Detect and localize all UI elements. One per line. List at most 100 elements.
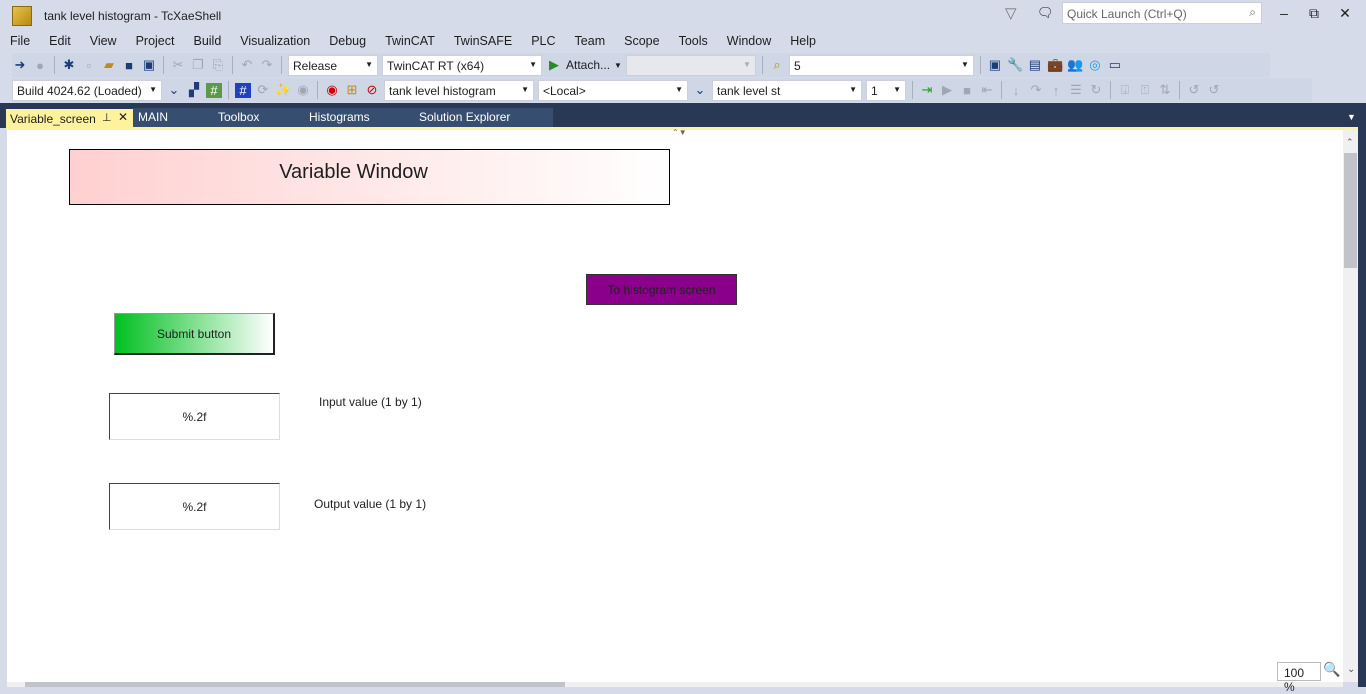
target-dropdown[interactable]: <Local> ▼ bbox=[538, 79, 688, 101]
tab-label: Variable_screen bbox=[10, 112, 96, 126]
collapse-icon[interactable]: ⌃▼ bbox=[672, 128, 687, 137]
configuration-dropdown[interactable]: Release ▼ bbox=[288, 54, 378, 76]
vertical-scroll-thumb[interactable] bbox=[1344, 153, 1357, 268]
window-title: tank level histogram - TcXaeShell bbox=[44, 9, 222, 23]
output-value-field: %.2f bbox=[109, 483, 280, 530]
zoom-level[interactable]: 100 % bbox=[1277, 662, 1321, 694]
menu-plc[interactable]: PLC bbox=[521, 31, 564, 51]
show-next-icon[interactable]: ☰ bbox=[1068, 82, 1084, 98]
tab-main[interactable]: MAIN bbox=[138, 110, 168, 124]
login-plc-icon[interactable]: ⇥ bbox=[919, 82, 935, 98]
add-item-icon[interactable]: ▫ bbox=[81, 58, 97, 73]
find-value: 5 bbox=[793, 58, 801, 73]
submit-button[interactable]: Submit button bbox=[114, 313, 275, 355]
tab-variable-screen[interactable]: Variable_screen ⊥ ✕ bbox=[6, 109, 133, 128]
menu-team[interactable]: Team bbox=[565, 31, 615, 51]
menu-build[interactable]: Build bbox=[183, 31, 230, 51]
toolbar-options-icon[interactable]: ⌄ bbox=[166, 82, 182, 98]
find-in-files-icon[interactable]: ⌕ bbox=[769, 57, 785, 73]
restore-button[interactable]: ⧉ bbox=[1304, 5, 1324, 22]
terminal-icon[interactable]: ▭ bbox=[1107, 57, 1123, 73]
pin-icon[interactable]: ⊥ bbox=[102, 111, 112, 124]
instance-dropdown[interactable]: 1 ▼ bbox=[866, 79, 906, 101]
save-icon[interactable]: ■ bbox=[121, 58, 137, 73]
online-change-icon[interactable]: ⇅ bbox=[1157, 82, 1173, 98]
menu-debug[interactable]: Debug bbox=[319, 31, 375, 51]
menu-view[interactable]: View bbox=[80, 31, 126, 51]
reset-icon[interactable]: ↻ bbox=[1088, 82, 1104, 98]
vs-icon[interactable]: ▣ bbox=[987, 57, 1003, 73]
menu-window[interactable]: Window bbox=[717, 31, 780, 51]
back-icon[interactable]: ➜ bbox=[12, 57, 28, 73]
login-icon[interactable]: ◉ bbox=[324, 82, 340, 98]
menu-file[interactable]: File bbox=[0, 31, 39, 51]
copy-icon[interactable]: ❐ bbox=[190, 57, 206, 73]
hierarchy-icon[interactable]: ⊞ bbox=[344, 82, 360, 98]
undo-icon[interactable]: ↶ bbox=[239, 57, 255, 73]
menu-tools[interactable]: Tools bbox=[669, 31, 717, 51]
close-tab-icon[interactable]: ✕ bbox=[118, 110, 128, 124]
menu-twincat[interactable]: TwinCAT bbox=[375, 31, 444, 51]
tab-solution-explorer[interactable]: Solution Explorer bbox=[419, 110, 510, 124]
cut-icon[interactable]: ✂ bbox=[170, 57, 186, 73]
toggle-icon[interactable]: ◉ bbox=[295, 82, 311, 98]
quick-launch-input[interactable]: Quick Launch (Ctrl+Q) ⌕ bbox=[1062, 2, 1262, 24]
find-dropdown[interactable]: 5 ▼ bbox=[788, 54, 974, 76]
reload-icon[interactable]: ⟳ bbox=[255, 82, 271, 98]
app-icon bbox=[12, 6, 32, 26]
input-value-field[interactable]: %.2f bbox=[109, 393, 280, 440]
upload-icon[interactable]: ⍐ bbox=[1137, 82, 1153, 98]
build-dropdown[interactable]: Build 4024.62 (Loaded) ▼ bbox=[12, 79, 162, 101]
horizontal-scroll-thumb[interactable] bbox=[25, 682, 565, 687]
wrench-icon[interactable]: 🔧 bbox=[1007, 57, 1023, 73]
tab-histograms[interactable]: Histograms bbox=[309, 110, 370, 124]
cloud-icon[interactable]: ◎ bbox=[1087, 57, 1103, 73]
forward-icon[interactable]: ● bbox=[32, 58, 48, 73]
close-button[interactable]: ✕ bbox=[1335, 5, 1355, 22]
attach-target-dropdown[interactable]: ▼ bbox=[625, 54, 756, 76]
cycle-icon[interactable]: ↺ bbox=[1186, 82, 1202, 98]
window-icon[interactable]: ▤ bbox=[1027, 57, 1043, 73]
save-all-icon[interactable]: ▣ bbox=[141, 57, 157, 73]
stop-icon[interactable]: ■ bbox=[959, 83, 975, 98]
attach-button[interactable]: Attach... bbox=[566, 58, 610, 72]
step-into-icon[interactable]: ↓ bbox=[1008, 83, 1024, 98]
menu-edit[interactable]: Edit bbox=[39, 31, 80, 51]
new-project-icon[interactable]: ✱ bbox=[61, 57, 77, 73]
paste-icon[interactable]: ⎘ bbox=[210, 57, 226, 73]
download-icon[interactable]: ⍗ bbox=[1117, 82, 1133, 98]
step-out-icon[interactable]: ↑ bbox=[1048, 83, 1064, 98]
tab-overflow-icon[interactable]: ▼ bbox=[1347, 112, 1356, 122]
menu-scope[interactable]: Scope bbox=[614, 31, 668, 51]
task-dropdown[interactable]: tank level st ▼ bbox=[712, 79, 862, 101]
platform-dropdown[interactable]: TwinCAT RT (x64) ▼ bbox=[382, 54, 542, 76]
toolbar-options-icon[interactable]: ⌄ bbox=[692, 82, 708, 98]
minimize-button[interactable]: ‒ bbox=[1274, 5, 1294, 21]
open-icon[interactable]: ▰ bbox=[101, 57, 117, 73]
zoom-dropdown-icon[interactable]: ⌄ bbox=[1347, 664, 1355, 675]
scroll-up-icon[interactable]: ⌃ bbox=[1346, 137, 1354, 148]
project-dropdown[interactable]: tank level histogram ▼ bbox=[384, 79, 534, 101]
to-histogram-screen-button[interactable]: To histogram screen bbox=[586, 274, 737, 305]
menu-help[interactable]: Help bbox=[780, 31, 825, 51]
config-mode-icon[interactable]: # bbox=[235, 82, 251, 98]
redo-icon[interactable]: ↷ bbox=[259, 57, 275, 73]
feedback-icon[interactable]: 🗨 bbox=[1037, 5, 1054, 21]
tab-toolbox[interactable]: Toolbox bbox=[218, 110, 259, 124]
step-over-icon[interactable]: ↷ bbox=[1028, 82, 1044, 98]
menu-project[interactable]: Project bbox=[126, 31, 184, 51]
zoom-icon[interactable]: 🔍 bbox=[1323, 661, 1340, 678]
menu-twinsafe[interactable]: TwinSAFE bbox=[444, 31, 521, 51]
logout-icon[interactable]: ⊘ bbox=[364, 82, 380, 98]
menu-visualization[interactable]: Visualization bbox=[230, 31, 319, 51]
cycle-back-icon[interactable]: ↺ bbox=[1206, 82, 1222, 98]
filter-icon[interactable]: ▽ bbox=[1005, 4, 1017, 22]
team-icon[interactable]: 👥 bbox=[1067, 57, 1083, 73]
start-icon[interactable]: ▶ bbox=[939, 82, 955, 98]
activate-config-icon[interactable]: ▞ bbox=[186, 82, 202, 98]
toolbox-icon[interactable]: 💼 bbox=[1047, 57, 1063, 73]
twincat-toolbar: Build 4024.62 (Loaded) ▼ ⌄ ▞ # # ⟳ ✨ ◉ ◉ … bbox=[12, 78, 1312, 102]
scan-icon[interactable]: ✨ bbox=[275, 82, 291, 98]
run-mode-icon[interactable]: # bbox=[206, 82, 222, 98]
logout-plc-icon[interactable]: ⇤ bbox=[979, 82, 995, 98]
